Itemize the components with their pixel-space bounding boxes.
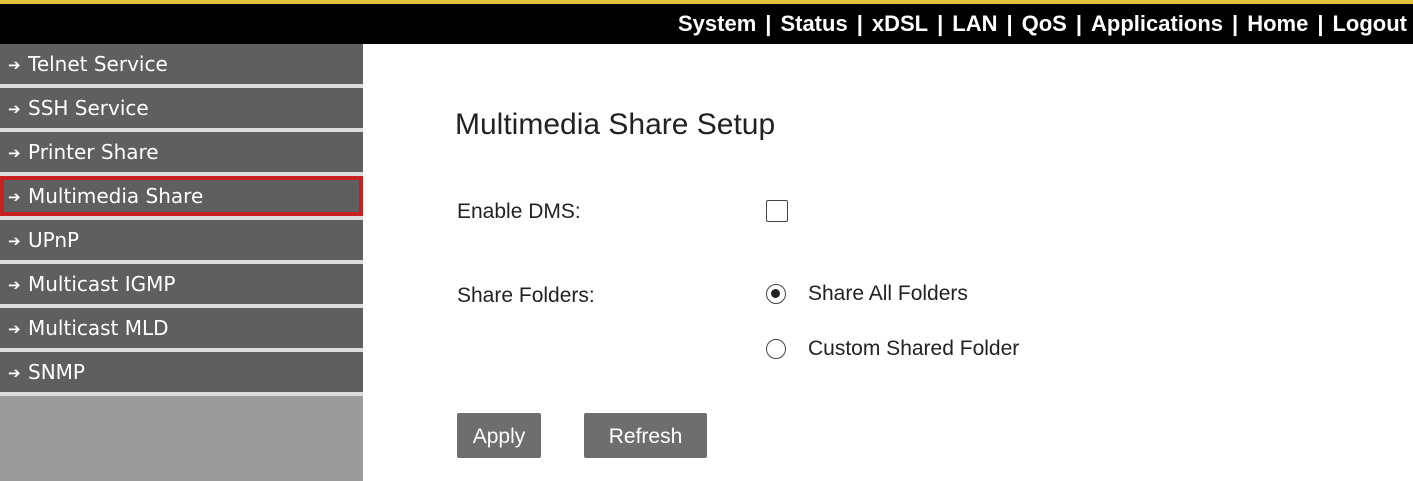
arrow-right-icon: ➔ xyxy=(8,144,21,162)
sidebar-item-printer-share[interactable]: ➔ Printer Share xyxy=(0,132,363,174)
arrow-right-icon: ➔ xyxy=(8,100,21,118)
sidebar-item-snmp[interactable]: ➔ SNMP xyxy=(0,352,363,394)
nav-link-applications[interactable]: Applications xyxy=(1091,11,1223,36)
sidebar-item-label: SNMP xyxy=(28,360,85,384)
sidebar-item-ssh-service[interactable]: ➔ SSH Service xyxy=(0,88,363,130)
enable-dms-checkbox[interactable] xyxy=(766,200,788,222)
nav-link-qos[interactable]: QoS xyxy=(1022,11,1067,36)
sidebar-item-multimedia-share[interactable]: ➔ Multimedia Share xyxy=(0,176,363,218)
arrow-right-icon: ➔ xyxy=(8,56,21,74)
top-navigation-bar: System | Status | xDSL | LAN | QoS | Applications |… xyxy=(0,0,1413,44)
nav-separator: | xyxy=(765,11,772,36)
sidebar-item-label: Printer Share xyxy=(28,140,159,164)
apply-button[interactable]: Apply xyxy=(457,413,541,458)
sidebar-item-label: Multicast MLD xyxy=(28,316,169,340)
sidebar-item-multicast-igmp[interactable]: ➔ Multicast IGMP xyxy=(0,264,363,306)
sidebar-item-telnet-service[interactable]: ➔ Telnet Service xyxy=(0,44,363,86)
sidebar-item-multicast-mld[interactable]: ➔ Multicast MLD xyxy=(0,308,363,350)
nav-link-xdsl[interactable]: xDSL xyxy=(872,11,928,36)
sidebar-item-label: Multicast IGMP xyxy=(28,272,176,296)
nav-link-status[interactable]: Status xyxy=(780,11,847,36)
radio-label: Custom Shared Folder xyxy=(808,337,1020,360)
nav-link-system[interactable]: System xyxy=(678,11,756,36)
nav-separator: | xyxy=(1317,11,1324,36)
radio-button-checked[interactable] xyxy=(766,284,786,304)
arrow-right-icon: ➔ xyxy=(8,320,21,338)
arrow-right-icon: ➔ xyxy=(8,276,21,294)
nav-link-home[interactable]: Home xyxy=(1247,11,1308,36)
radio-label: Share All Folders xyxy=(808,282,968,305)
nav-separator: | xyxy=(1006,11,1013,36)
nav-separator: | xyxy=(937,11,944,36)
enable-dms-label: Enable DMS: xyxy=(457,200,581,223)
sidebar-item-label: SSH Service xyxy=(28,96,149,120)
nav-separator: | xyxy=(1075,11,1083,36)
arrow-right-icon: ➔ xyxy=(8,188,21,206)
nav-separator: | xyxy=(1232,11,1239,36)
sidebar-item-label: Multimedia Share xyxy=(28,184,204,208)
nav-link-lan[interactable]: LAN xyxy=(952,11,997,36)
sidebar-filler xyxy=(0,396,363,481)
sidebar-item-label: Telnet Service xyxy=(28,52,168,76)
refresh-button[interactable]: Refresh xyxy=(584,413,707,458)
nav-link-logout[interactable]: Logout xyxy=(1332,11,1407,36)
arrow-right-icon: ➔ xyxy=(8,232,21,250)
sidebar-item-label: UPnP xyxy=(28,228,80,252)
nav-separator: | xyxy=(856,11,863,36)
arrow-right-icon: ➔ xyxy=(8,364,21,382)
top-nav-links: System | Status | xDSL | LAN | QoS | Applications |… xyxy=(678,8,1407,40)
page-title: Multimedia Share Setup xyxy=(455,108,776,141)
sidebar-item-upnp[interactable]: ➔ UPnP xyxy=(0,220,363,262)
radio-button-unchecked[interactable] xyxy=(766,339,786,359)
sidebar-menu: ➔ Telnet Service ➔ SSH Service ➔ Printer Sh… xyxy=(0,44,363,481)
share-folders-label: Share Folders: xyxy=(457,284,595,307)
